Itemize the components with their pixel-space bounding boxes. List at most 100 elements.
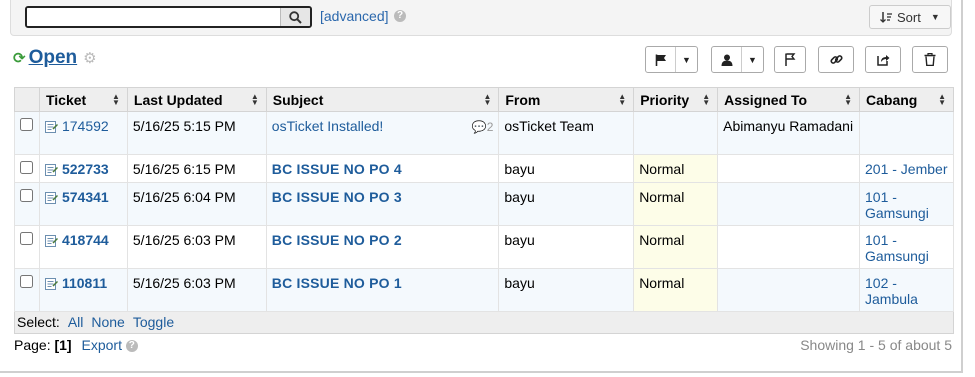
ticket-icon: [44, 277, 58, 290]
trash-icon: [924, 53, 936, 66]
last-updated-cell: 5/16/25 6:03 PM: [126, 268, 267, 312]
subject-link[interactable]: BC ISSUE NO PO 1: [272, 275, 402, 291]
subject-link[interactable]: osTicket Installed!: [272, 118, 384, 134]
search-bar: [advanced] ? Sort ▼: [10, 0, 952, 36]
assigned-cell: [717, 268, 860, 312]
ticket-number-link[interactable]: 522733: [62, 161, 109, 177]
subject-cell: BC ISSUE NO PO 1: [265, 268, 500, 312]
header-last-updated[interactable]: Last Updated ▲ ▼: [126, 87, 267, 112]
search-button[interactable]: [280, 8, 310, 26]
sort-label: Sort: [897, 9, 921, 25]
current-page[interactable]: [1]: [54, 337, 71, 353]
assigned-cell: Abimanyu Ramadani: [717, 111, 860, 155]
queue-header: ⟳ Open ⚙: [13, 47, 97, 69]
merge-button[interactable]: [818, 46, 854, 73]
sort-arrows-icon: ▲ ▼: [844, 92, 852, 107]
sort-button[interactable]: Sort ▼: [869, 5, 951, 29]
comments-icon: 💬: [471, 120, 487, 134]
priority-cell: Normal: [633, 182, 719, 226]
priority-cell: Normal: [633, 154, 719, 183]
share-icon: [876, 55, 889, 66]
change-status-button[interactable]: [774, 46, 806, 73]
select-all-link[interactable]: All: [68, 314, 84, 330]
sort-arrows-icon: ▲ ▼: [702, 92, 711, 107]
row-checkbox[interactable]: [20, 275, 34, 288]
ticket-cell: 110811: [38, 268, 128, 312]
cabang-cell: 102 - Jambula: [859, 268, 954, 312]
header-from[interactable]: From ▲ ▼: [498, 87, 635, 112]
chevron-down-icon: ▼: [930, 12, 940, 22]
select-toggle-link[interactable]: Toggle: [133, 314, 174, 330]
gear-icon[interactable]: ⚙: [83, 49, 96, 67]
export-link[interactable]: Export: [82, 337, 122, 353]
search-input[interactable]: [27, 8, 282, 26]
row-checkbox[interactable]: [20, 118, 34, 131]
subject-link[interactable]: BC ISSUE NO PO 4: [272, 161, 402, 177]
change-priority-button[interactable]: ▼: [645, 46, 698, 73]
row-checkbox[interactable]: [20, 189, 34, 202]
last-updated-cell: 5/16/25 6:03 PM: [126, 225, 267, 269]
delete-button[interactable]: [912, 46, 948, 73]
subject-cell: osTicket Installed! 💬2: [265, 111, 500, 155]
sort-arrows-icon: ▲ ▼: [250, 92, 259, 107]
select-label: Select:: [17, 314, 60, 330]
header-subject[interactable]: Subject ▲ ▼: [265, 87, 500, 112]
table-row: 110811 5/16/25 6:03 PM BC ISSUE NO PO 1 …: [14, 268, 954, 312]
subject-cell: BC ISSUE NO PO 4: [265, 154, 500, 183]
cabang-cell: 201 - Jember: [859, 154, 954, 183]
queue-title-link[interactable]: Open: [29, 47, 78, 69]
table-row: 574341 5/16/25 6:04 PM BC ISSUE NO PO 3 …: [14, 182, 954, 226]
cabang-cell: 101 - Gamsungi: [859, 182, 954, 226]
priority-cell: Normal: [633, 268, 719, 312]
header-priority[interactable]: Priority ▲ ▼: [633, 87, 719, 112]
subject-cell: BC ISSUE NO PO 3: [265, 182, 500, 226]
ticket-number-link[interactable]: 110811: [62, 275, 107, 291]
sort-arrows-icon: ▲ ▼: [111, 92, 120, 107]
last-updated-cell: 5/16/25 6:15 PM: [126, 154, 267, 183]
transfer-button[interactable]: [865, 46, 901, 73]
row-checkbox[interactable]: [20, 232, 34, 245]
cabang-link[interactable]: 101 - Gamsungi: [865, 232, 929, 264]
refresh-icon[interactable]: ⟳: [13, 49, 26, 67]
table-header-row: Ticket ▲ ▼ Last Updated ▲ ▼ Subject ▲ ▼ From ▲ ▼…: [14, 87, 954, 112]
last-updated-cell: 5/16/25 5:15 PM: [126, 111, 267, 155]
sort-arrows-icon: ▲ ▼: [618, 92, 627, 107]
status-flag-icon: [785, 53, 796, 66]
ticket-number-link[interactable]: 574341: [62, 189, 109, 205]
assign-button[interactable]: ▼: [711, 46, 764, 73]
subject-cell: BC ISSUE NO PO 2: [265, 225, 500, 269]
priority-cell: Normal: [633, 225, 719, 269]
cabang-link[interactable]: 201 - Jember: [865, 161, 947, 177]
select-cell: Select: All None Toggle: [14, 311, 954, 334]
link-icon: [829, 55, 843, 64]
flag-icon: [655, 54, 666, 66]
row-checkbox[interactable]: [20, 161, 34, 174]
subject-link[interactable]: BC ISSUE NO PO 2: [272, 232, 402, 248]
cabang-link[interactable]: 102 - Jambula: [865, 275, 918, 307]
table-row: 418744 5/16/25 6:03 PM BC ISSUE NO PO 2 …: [14, 225, 954, 269]
thread-count: 💬2: [471, 120, 494, 134]
assigned-cell: [717, 225, 860, 269]
chevron-down-icon: ▼: [741, 47, 763, 72]
user-icon: [721, 54, 732, 66]
row-select-cell: [14, 154, 40, 183]
chevron-down-icon: ▼: [675, 47, 697, 72]
select-none-link[interactable]: None: [91, 314, 124, 330]
from-cell: bayu: [498, 182, 635, 226]
help-icon[interactable]: ?: [125, 340, 138, 353]
subject-link[interactable]: BC ISSUE NO PO 3: [272, 189, 402, 205]
advanced-search-link[interactable]: [advanced]: [320, 8, 389, 24]
cabang-link[interactable]: 101 - Gamsungi: [865, 189, 929, 221]
assigned-cell: [717, 182, 860, 226]
help-icon[interactable]: ?: [394, 10, 406, 22]
header-cabang[interactable]: Cabang ▲ ▼: [859, 87, 954, 112]
ticket-number-link[interactable]: 174592: [62, 118, 109, 134]
showing-count: Showing 1 - 5 of about 5: [800, 337, 952, 353]
ticket-cell: 418744: [38, 225, 128, 269]
header-assigned-to[interactable]: Assigned To ▲ ▼: [717, 87, 860, 112]
row-select-cell: [14, 268, 40, 312]
ticket-number-link[interactable]: 418744: [62, 232, 109, 248]
from-cell: bayu: [498, 154, 635, 183]
assigned-cell: [717, 154, 860, 183]
header-ticket[interactable]: Ticket ▲ ▼: [38, 87, 128, 112]
